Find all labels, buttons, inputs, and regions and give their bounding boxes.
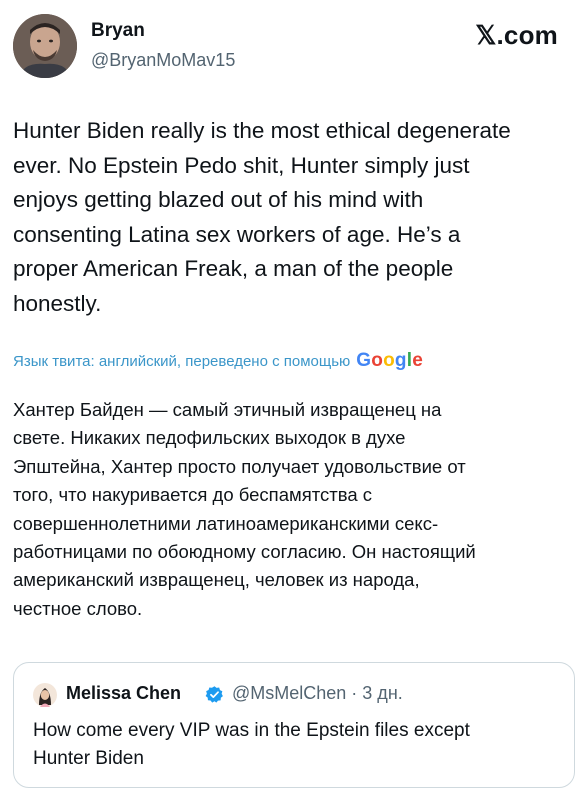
tweet-header: Bryan @BryanMoMav15 𝕏.com xyxy=(0,0,586,96)
translated-text: Хантер Байден — самый этичный извращенец… xyxy=(13,399,476,619)
quoted-tweet-text: How come every VIP was in the Epstein fi… xyxy=(33,720,470,769)
author-handle[interactable]: @BryanMoMav15 xyxy=(91,50,235,71)
translation-notice: Язык твита: английский, переведено с пом… xyxy=(13,350,573,372)
google-letter: G xyxy=(356,350,372,371)
author-name[interactable]: Bryan xyxy=(91,20,145,42)
google-letter: g xyxy=(394,350,407,371)
quoted-tweet[interactable]: Melissa Chen @MsMelChen · 3 дн. How come… xyxy=(13,662,575,788)
brand-logo: 𝕏.com xyxy=(475,20,558,50)
google-logo: Google xyxy=(356,350,423,372)
user-avatar-icon xyxy=(13,14,77,78)
quoted-author-handle-time[interactable]: @MsMelChen · 3 дн. xyxy=(232,683,403,704)
quoted-author-name[interactable]: Melissa Chen xyxy=(66,683,181,704)
tweet-text: Hunter Biden really is the most ethical … xyxy=(13,118,511,316)
google-letter: o xyxy=(371,350,384,371)
google-letter: e xyxy=(412,350,423,371)
google-letter: o xyxy=(383,350,395,371)
quoted-author-avatar-icon xyxy=(33,683,57,707)
verified-badge-icon xyxy=(205,686,223,703)
author-avatar[interactable] xyxy=(13,14,77,78)
translation-notice-label: Язык твита: английский, переведено с пом… xyxy=(13,352,351,370)
